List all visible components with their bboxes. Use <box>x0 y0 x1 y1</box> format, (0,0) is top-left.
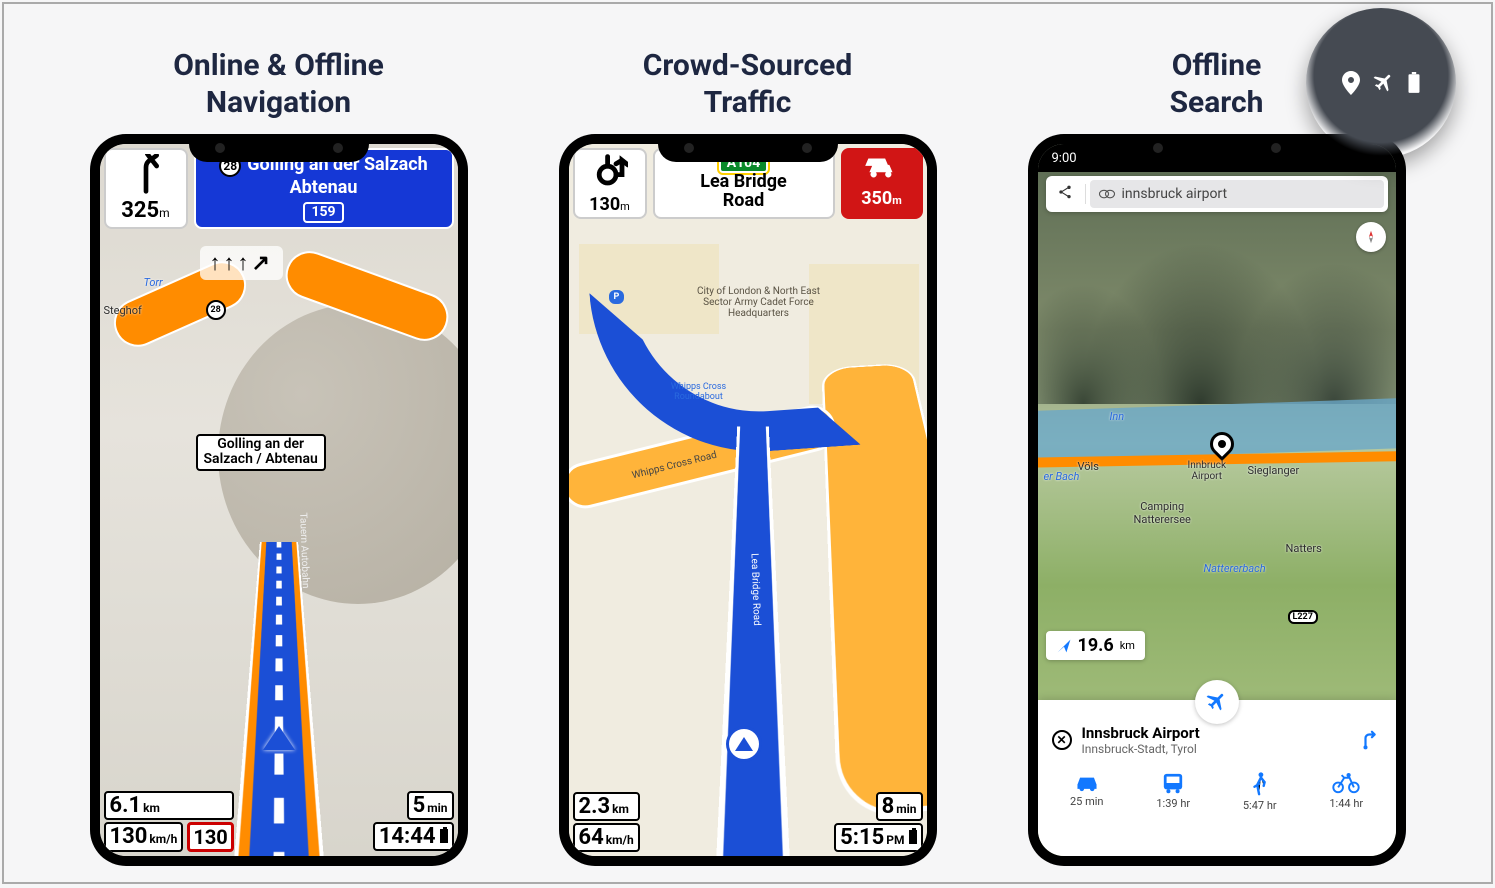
category-airport-icon[interactable] <box>1195 680 1239 724</box>
directions-icon[interactable] <box>1360 729 1382 751</box>
arrival-time: 14:44 <box>373 822 454 851</box>
result-subtitle: Innsbruck-Stadt, Tyrol <box>1082 742 1350 756</box>
map-sign-label: Golling an der Salzach / Abtenau <box>196 434 326 471</box>
turn-arrow-icon <box>130 154 162 194</box>
heading-navigation: Online & Offline Navigation <box>173 34 384 134</box>
battery-icon <box>909 830 917 844</box>
nav-arrow-icon <box>1056 638 1072 654</box>
car-icon <box>1074 772 1100 792</box>
current-speed: 130km/h <box>104 822 184 852</box>
place-sieglanger: Sieglanger <box>1248 464 1300 477</box>
road-label-autobahn: Tauern Autobahn <box>297 512 311 588</box>
category-icon <box>1098 188 1116 200</box>
phone-search: Inn Völs Sieglanger Camping Natterersee … <box>1028 134 1406 866</box>
place-vols: Völs <box>1078 460 1099 473</box>
bike-icon <box>1332 772 1360 794</box>
remaining-distance-2: 2.3km <box>573 792 640 821</box>
mode-bus[interactable]: 1:39 hr <box>1143 772 1203 812</box>
road-lea: Lea Bridge Road <box>748 553 762 626</box>
place-torr: Torr <box>144 276 163 289</box>
place-natters: Natters <box>1286 542 1322 555</box>
distance-chip[interactable]: 19.6km <box>1046 631 1145 660</box>
traffic-jam-icon <box>861 152 903 184</box>
battery-full-icon <box>1407 72 1421 94</box>
close-result-icon[interactable]: ✕ <box>1052 730 1072 750</box>
map-badge-28: 28 <box>206 300 226 320</box>
map-view-2[interactable]: Whipps Cross Road Lea Bridge Road City o… <box>569 144 927 856</box>
pin-label: Innbruck Airport <box>1188 460 1227 482</box>
exit-number-icon: 159 <box>303 202 343 224</box>
phone-traffic: Whipps Cross Road Lea Bridge Road City o… <box>559 134 937 866</box>
parking-icon: P <box>609 290 625 304</box>
status-time: 9:00 <box>1052 151 1077 166</box>
mode-walk[interactable]: 5:47 hr <box>1230 772 1290 812</box>
heading-traffic: Crowd-Sourced Traffic <box>643 34 852 134</box>
current-position-arrow <box>263 726 295 750</box>
traffic-alert-card[interactable]: 350m <box>841 148 923 219</box>
poi-cadet: City of London & North East Sector Army … <box>689 286 829 319</box>
current-position-marker <box>726 726 762 762</box>
airplane-mode-icon <box>1373 72 1395 94</box>
remaining-distance: 6.1km <box>104 791 234 820</box>
river-inn: Inn <box>1110 410 1125 423</box>
phone-navigation: Tauern Autobahn Steghof Torr 28 Golling … <box>90 134 468 866</box>
current-speed-2: 64km/h <box>573 823 640 852</box>
road-l227: L227 <box>1288 610 1318 624</box>
battery-icon <box>440 829 448 843</box>
result-title: Innsbruck Airport <box>1082 724 1350 742</box>
walk-icon <box>1251 772 1269 796</box>
lane-guidance: ↑↑↑↗ <box>200 246 283 280</box>
river-nattbach: Nattererbach <box>1204 562 1266 575</box>
mode-bike[interactable]: 1:44 hr <box>1316 772 1376 812</box>
location-pin-icon <box>1341 71 1361 95</box>
place-camping: Camping Natterersee <box>1134 500 1191 526</box>
transport-modes: 25 min 1:39 hr 5:47 hr 1:44 hr <box>1038 764 1396 820</box>
place-steghof: Steghof <box>104 304 142 317</box>
turn-distance-card: 325m <box>104 148 188 229</box>
status-highlight-bubble <box>1306 8 1456 158</box>
search-input[interactable]: innsbruck airport <box>1090 180 1384 208</box>
eta-remaining-2: 8min <box>876 792 923 821</box>
arrival-time-2: 5:15PM <box>834 823 922 852</box>
compass-button[interactable] <box>1356 222 1386 252</box>
bus-icon <box>1161 772 1185 794</box>
roundabout-exit-icon <box>592 152 628 190</box>
heading-search: Offline Search <box>1170 34 1264 134</box>
eta-remaining: 5min <box>407 791 454 820</box>
turn-card: 130m <box>573 148 647 219</box>
result-sheet[interactable]: ✕ Innsbruck Airport Innsbruck-Stadt, Tyr… <box>1038 700 1396 856</box>
share-icon[interactable] <box>1046 184 1086 204</box>
river-erbach: er Bach <box>1044 470 1080 483</box>
mode-car[interactable]: 25 min <box>1057 772 1117 812</box>
search-bar[interactable]: innsbruck airport <box>1046 176 1388 212</box>
poi-roundabout: Whipps Cross Roundabout <box>629 382 769 402</box>
